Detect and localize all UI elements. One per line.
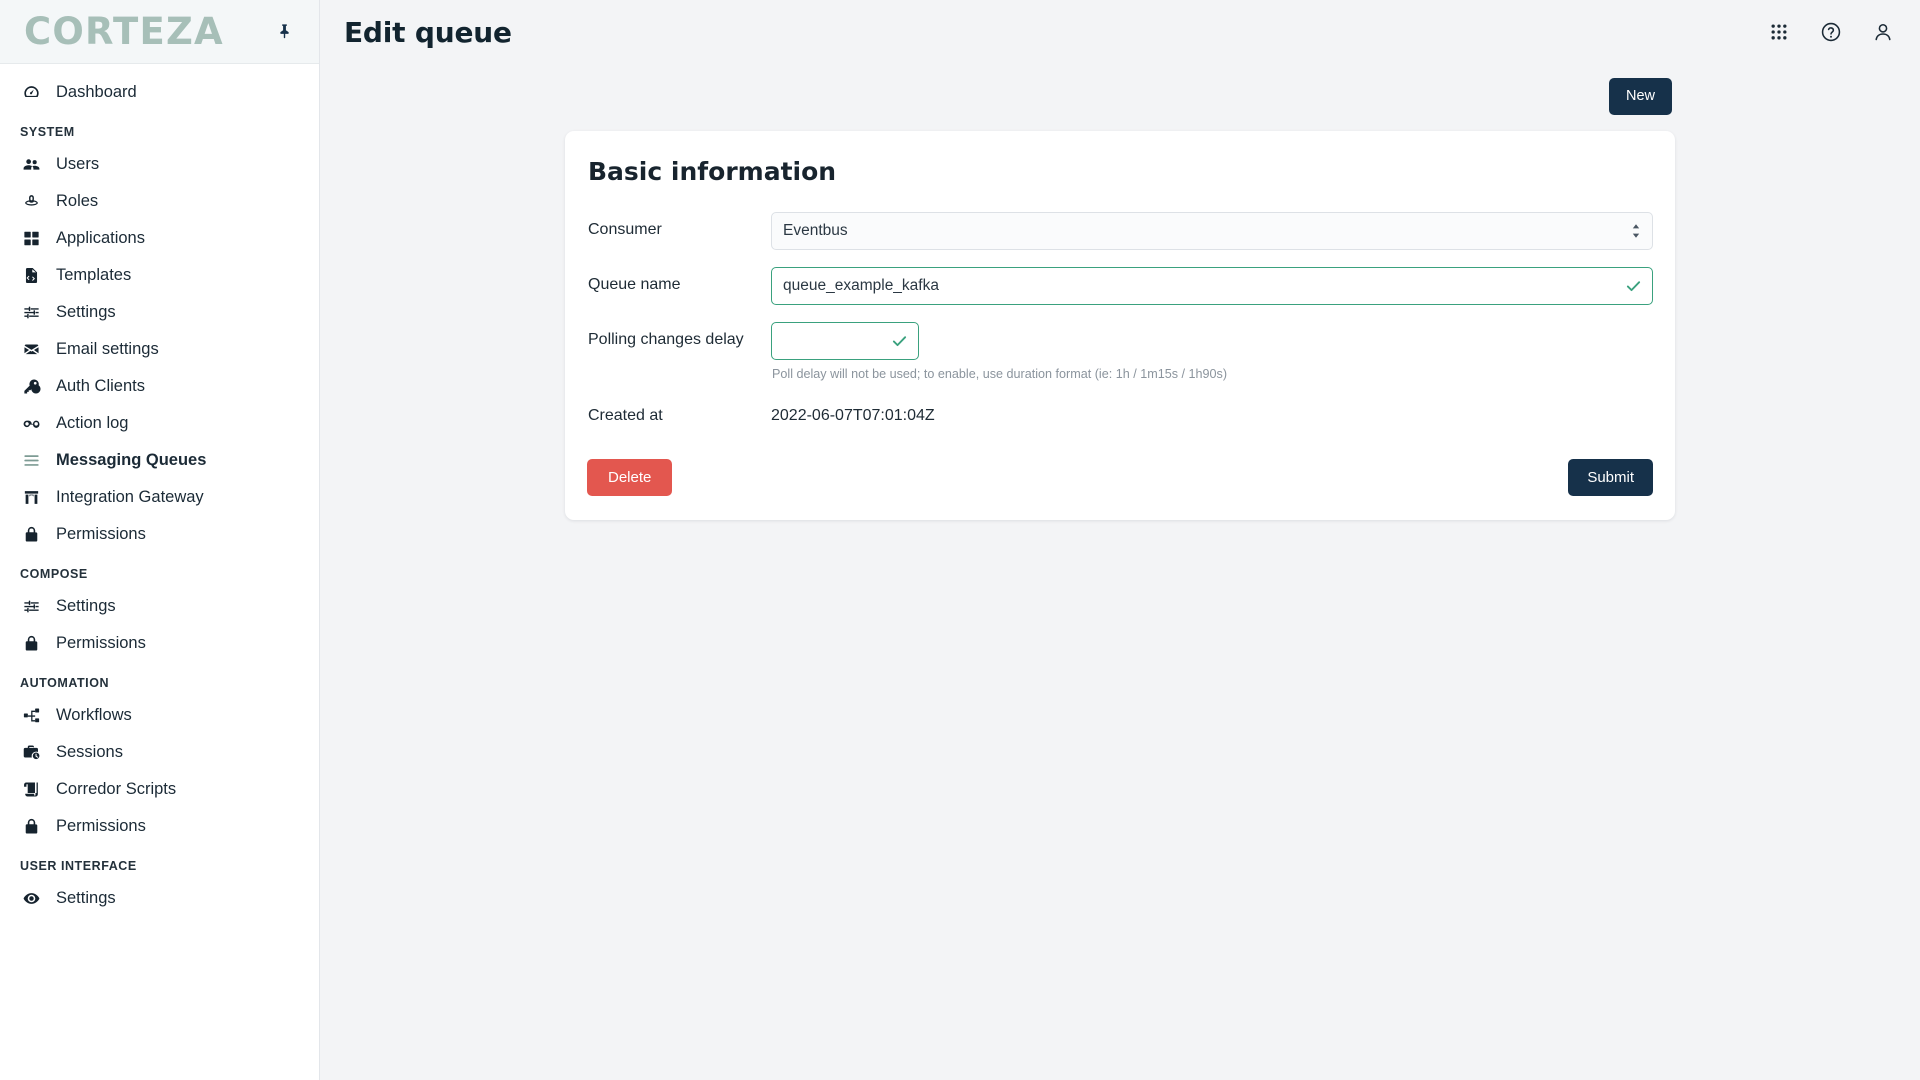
eye-icon — [20, 889, 42, 909]
sidebar-item-workflows[interactable]: Workflows — [0, 697, 319, 734]
sidebar-item-label: Templates — [56, 266, 132, 285]
sidebar-item-label: Messaging Queues — [56, 451, 207, 470]
help-circle-icon[interactable] — [1818, 19, 1844, 45]
queue-name-row: Queue name — [587, 266, 1653, 305]
new-button[interactable]: New — [1608, 78, 1672, 115]
sliders-icon — [20, 303, 42, 323]
basic-information-card: Basic information Consumer Eventbus Queu… — [565, 130, 1675, 520]
sidebar: CORTEZA Dashboard SYSTEM Users Roles Applica… — [0, 0, 320, 1080]
sidebar-item-applications[interactable]: Applications — [0, 220, 319, 257]
sidebar-group-compose: COMPOSE — [20, 567, 88, 581]
sidebar-item-settings[interactable]: Settings — [0, 294, 319, 331]
sidebar-item-permissions[interactable]: Permissions — [0, 625, 319, 662]
sidebar-item-label: Workflows — [56, 706, 132, 725]
new-button-row: New — [344, 64, 1896, 115]
glasses-icon — [20, 414, 42, 434]
main-area: Edit queue New Basic information Consume… — [320, 0, 1920, 1080]
roles-hat-icon — [20, 192, 42, 212]
lock-icon — [20, 634, 42, 654]
users-icon — [20, 155, 42, 175]
submit-button[interactable]: Submit — [1568, 458, 1653, 496]
sidebar-item-label: Auth Clients — [56, 377, 145, 396]
sidebar-item-label: Applications — [56, 229, 145, 248]
content-area: New Basic information Consumer Eventbus — [320, 64, 1920, 1080]
polling-delay-row: Polling changes delay Poll delay will no… — [587, 321, 1653, 381]
sidebar-nav: Dashboard SYSTEM Users Roles Applications Tem… — [0, 64, 319, 1080]
sidebar-item-dashboard[interactable]: Dashboard — [0, 74, 319, 111]
sidebar-item-label: Integration Gateway — [56, 488, 204, 507]
sidebar-item-settings[interactable]: Settings — [0, 588, 319, 625]
sidebar-item-permissions[interactable]: Permissions — [0, 516, 319, 553]
sidebar-item-label: Settings — [56, 303, 116, 322]
topbar-icons — [1766, 19, 1896, 45]
consumer-label: Consumer — [588, 220, 662, 238]
sidebar-item-label: Permissions — [56, 817, 146, 836]
brand-bar: CORTEZA — [0, 0, 319, 64]
sidebar-item-label: Corredor Scripts — [56, 780, 177, 799]
sidebar-item-label: Action log — [56, 414, 129, 433]
key-icon — [20, 377, 42, 397]
queue-lines-icon — [20, 451, 42, 471]
sidebar-item-permissions[interactable]: Permissions — [0, 808, 319, 845]
sidebar-item-auth-clients[interactable]: Auth Clients — [0, 368, 319, 405]
sidebar-group-user-interface: USER INTERFACE — [20, 859, 137, 873]
card-actions: Delete Submit — [587, 458, 1653, 496]
page-title: Edit queue — [344, 15, 512, 49]
sidebar-item-label: Users — [56, 155, 100, 174]
scroll-icon — [20, 780, 42, 800]
sidebar-item-label: Permissions — [56, 525, 146, 544]
sidebar-item-label: Permissions — [56, 634, 146, 653]
delete-button[interactable]: Delete — [587, 458, 673, 496]
lock-icon — [20, 525, 42, 545]
sessions-briefcase-icon — [20, 743, 42, 763]
created-at-label: Created at — [588, 406, 663, 424]
sidebar-item-label: Settings — [56, 597, 116, 616]
polling-delay-help: Poll delay will not be used; to enable, … — [772, 366, 1228, 381]
sidebar-item-users[interactable]: Users — [0, 146, 319, 183]
sidebar-item-roles[interactable]: Roles — [0, 183, 319, 220]
sidebar-item-settings[interactable]: Settings — [0, 880, 319, 917]
created-at-row: Created at 2022-06-07T07:01:04Z — [587, 398, 1653, 425]
sidebar-item-label: Roles — [56, 192, 99, 211]
grid-apps-icon[interactable] — [1766, 19, 1792, 45]
sidebar-item-label: Settings — [56, 889, 116, 908]
user-account-icon[interactable] — [1870, 19, 1896, 45]
consumer-select[interactable]: Eventbus — [771, 211, 1653, 250]
sliders-icon — [20, 597, 42, 617]
created-at-value: 2022-06-07T07:01:04Z — [771, 406, 935, 424]
sidebar-item-label: Sessions — [56, 743, 123, 762]
sidebar-item-email-settings[interactable]: Email settings — [0, 331, 319, 368]
sidebar-item-sessions[interactable]: Sessions — [0, 734, 319, 771]
sidebar-item-label: Dashboard — [56, 83, 137, 102]
card-title: Basic information — [588, 156, 837, 186]
templates-file-code-icon — [20, 266, 42, 286]
pin-icon[interactable] — [271, 19, 297, 45]
sidebar-item-corredor-scripts[interactable]: Corredor Scripts — [0, 771, 319, 808]
sidebar-group-system: SYSTEM — [20, 125, 75, 139]
sidebar-item-action-log[interactable]: Action log — [0, 405, 319, 442]
sidebar-item-templates[interactable]: Templates — [0, 257, 319, 294]
queue-name-input[interactable] — [771, 266, 1653, 305]
lock-icon — [20, 817, 42, 837]
workflow-icon — [20, 706, 42, 726]
sidebar-item-integration-gateway[interactable]: Integration Gateway — [0, 479, 319, 516]
topbar: Edit queue — [320, 0, 1920, 64]
sidebar-item-label: Email settings — [56, 340, 159, 359]
queue-name-label: Queue name — [588, 275, 681, 293]
polling-delay-label: Polling changes delay — [588, 330, 744, 348]
consumer-row: Consumer Eventbus — [587, 211, 1653, 250]
sidebar-group-automation: AUTOMATION — [20, 676, 110, 690]
envelope-icon — [20, 340, 42, 360]
corteza-logo: CORTEZA — [24, 10, 224, 53]
polling-delay-input[interactable] — [771, 321, 919, 360]
applications-grid-icon — [20, 229, 42, 249]
sidebar-item-messaging-queues[interactable]: Messaging Queues — [0, 442, 319, 479]
dashboard-icon — [20, 83, 42, 103]
app-root: CORTEZA Dashboard SYSTEM Users Roles Applica… — [0, 0, 1920, 1080]
gateway-icon — [20, 488, 42, 508]
